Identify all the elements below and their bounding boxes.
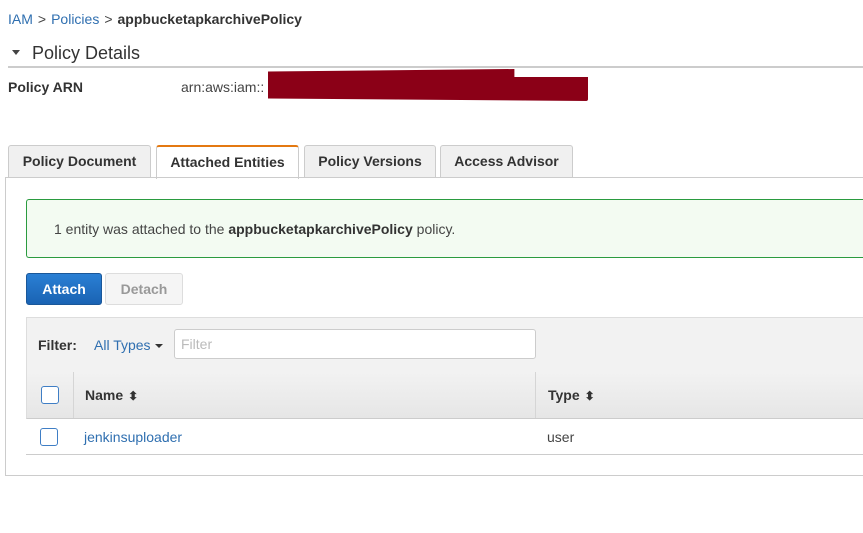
policy-arn-label: Policy ARN: [8, 79, 83, 95]
column-type-label: Type: [548, 387, 580, 403]
entity-type: user: [547, 429, 575, 445]
attached-entities-panel: 1 entity was attached to the appbucketap…: [5, 177, 863, 476]
table-row: jenkinsuploader user: [26, 419, 863, 455]
column-divider: [73, 372, 74, 418]
column-header-type[interactable]: Type ⬍: [548, 372, 595, 418]
tab-policy-document[interactable]: Policy Document: [8, 145, 151, 177]
table-header: Name ⬍ Type ⬍: [26, 372, 863, 419]
breadcrumb-current: appbucketapkarchivePolicy: [117, 11, 302, 27]
breadcrumb-policies[interactable]: Policies: [51, 11, 99, 27]
section-title: Policy Details: [32, 43, 141, 63]
tab-access-advisor[interactable]: Access Advisor: [440, 145, 573, 177]
detach-button[interactable]: Detach: [105, 273, 183, 305]
entities-table: Filter: All Types Name ⬍ Type ⬍ jenkinsupl…: [26, 317, 863, 455]
sort-icon: ⬍: [128, 389, 139, 403]
breadcrumb: IAM > Policies > appbucketapkarchivePolicy: [8, 11, 302, 27]
message-policy-name: appbucketapkarchivePolicy: [228, 221, 413, 237]
row-checkbox[interactable]: [40, 428, 58, 446]
column-header-name[interactable]: Name ⬍: [85, 372, 138, 418]
message-suffix: policy.: [412, 221, 456, 237]
column-name-label: Name: [85, 387, 124, 403]
caret-down-icon: [154, 344, 163, 349]
type-filter-dropdown[interactable]: All Types: [94, 337, 163, 353]
column-divider: [535, 372, 536, 418]
type-filter-value: All Types: [94, 337, 151, 353]
tab-attached-entities[interactable]: Attached Entities: [156, 145, 299, 179]
caret-down-icon[interactable]: [12, 50, 20, 55]
redacted-arn-mark: [268, 69, 588, 101]
sort-icon: ⬍: [584, 389, 595, 403]
success-message: 1 entity was attached to the appbucketap…: [26, 199, 863, 258]
tab-policy-versions[interactable]: Policy Versions: [304, 145, 436, 177]
breadcrumb-separator: >: [104, 11, 113, 27]
policy-details-header[interactable]: Policy Details: [8, 42, 863, 68]
breadcrumb-iam[interactable]: IAM: [8, 11, 33, 27]
attach-button[interactable]: Attach: [26, 273, 102, 305]
breadcrumb-separator: >: [37, 11, 47, 27]
message-prefix: 1 entity was attached to the: [54, 221, 229, 237]
success-message-text: 1 entity was attached to the appbucketap…: [54, 221, 455, 237]
filter-bar: Filter: All Types: [26, 317, 863, 372]
select-all-checkbox[interactable]: [41, 386, 59, 404]
entity-name-link[interactable]: jenkinsuploader: [84, 429, 182, 445]
filter-label: Filter:: [38, 337, 77, 353]
policy-arn-value: arn:aws:iam::: [181, 79, 265, 95]
filter-input[interactable]: [174, 329, 536, 359]
